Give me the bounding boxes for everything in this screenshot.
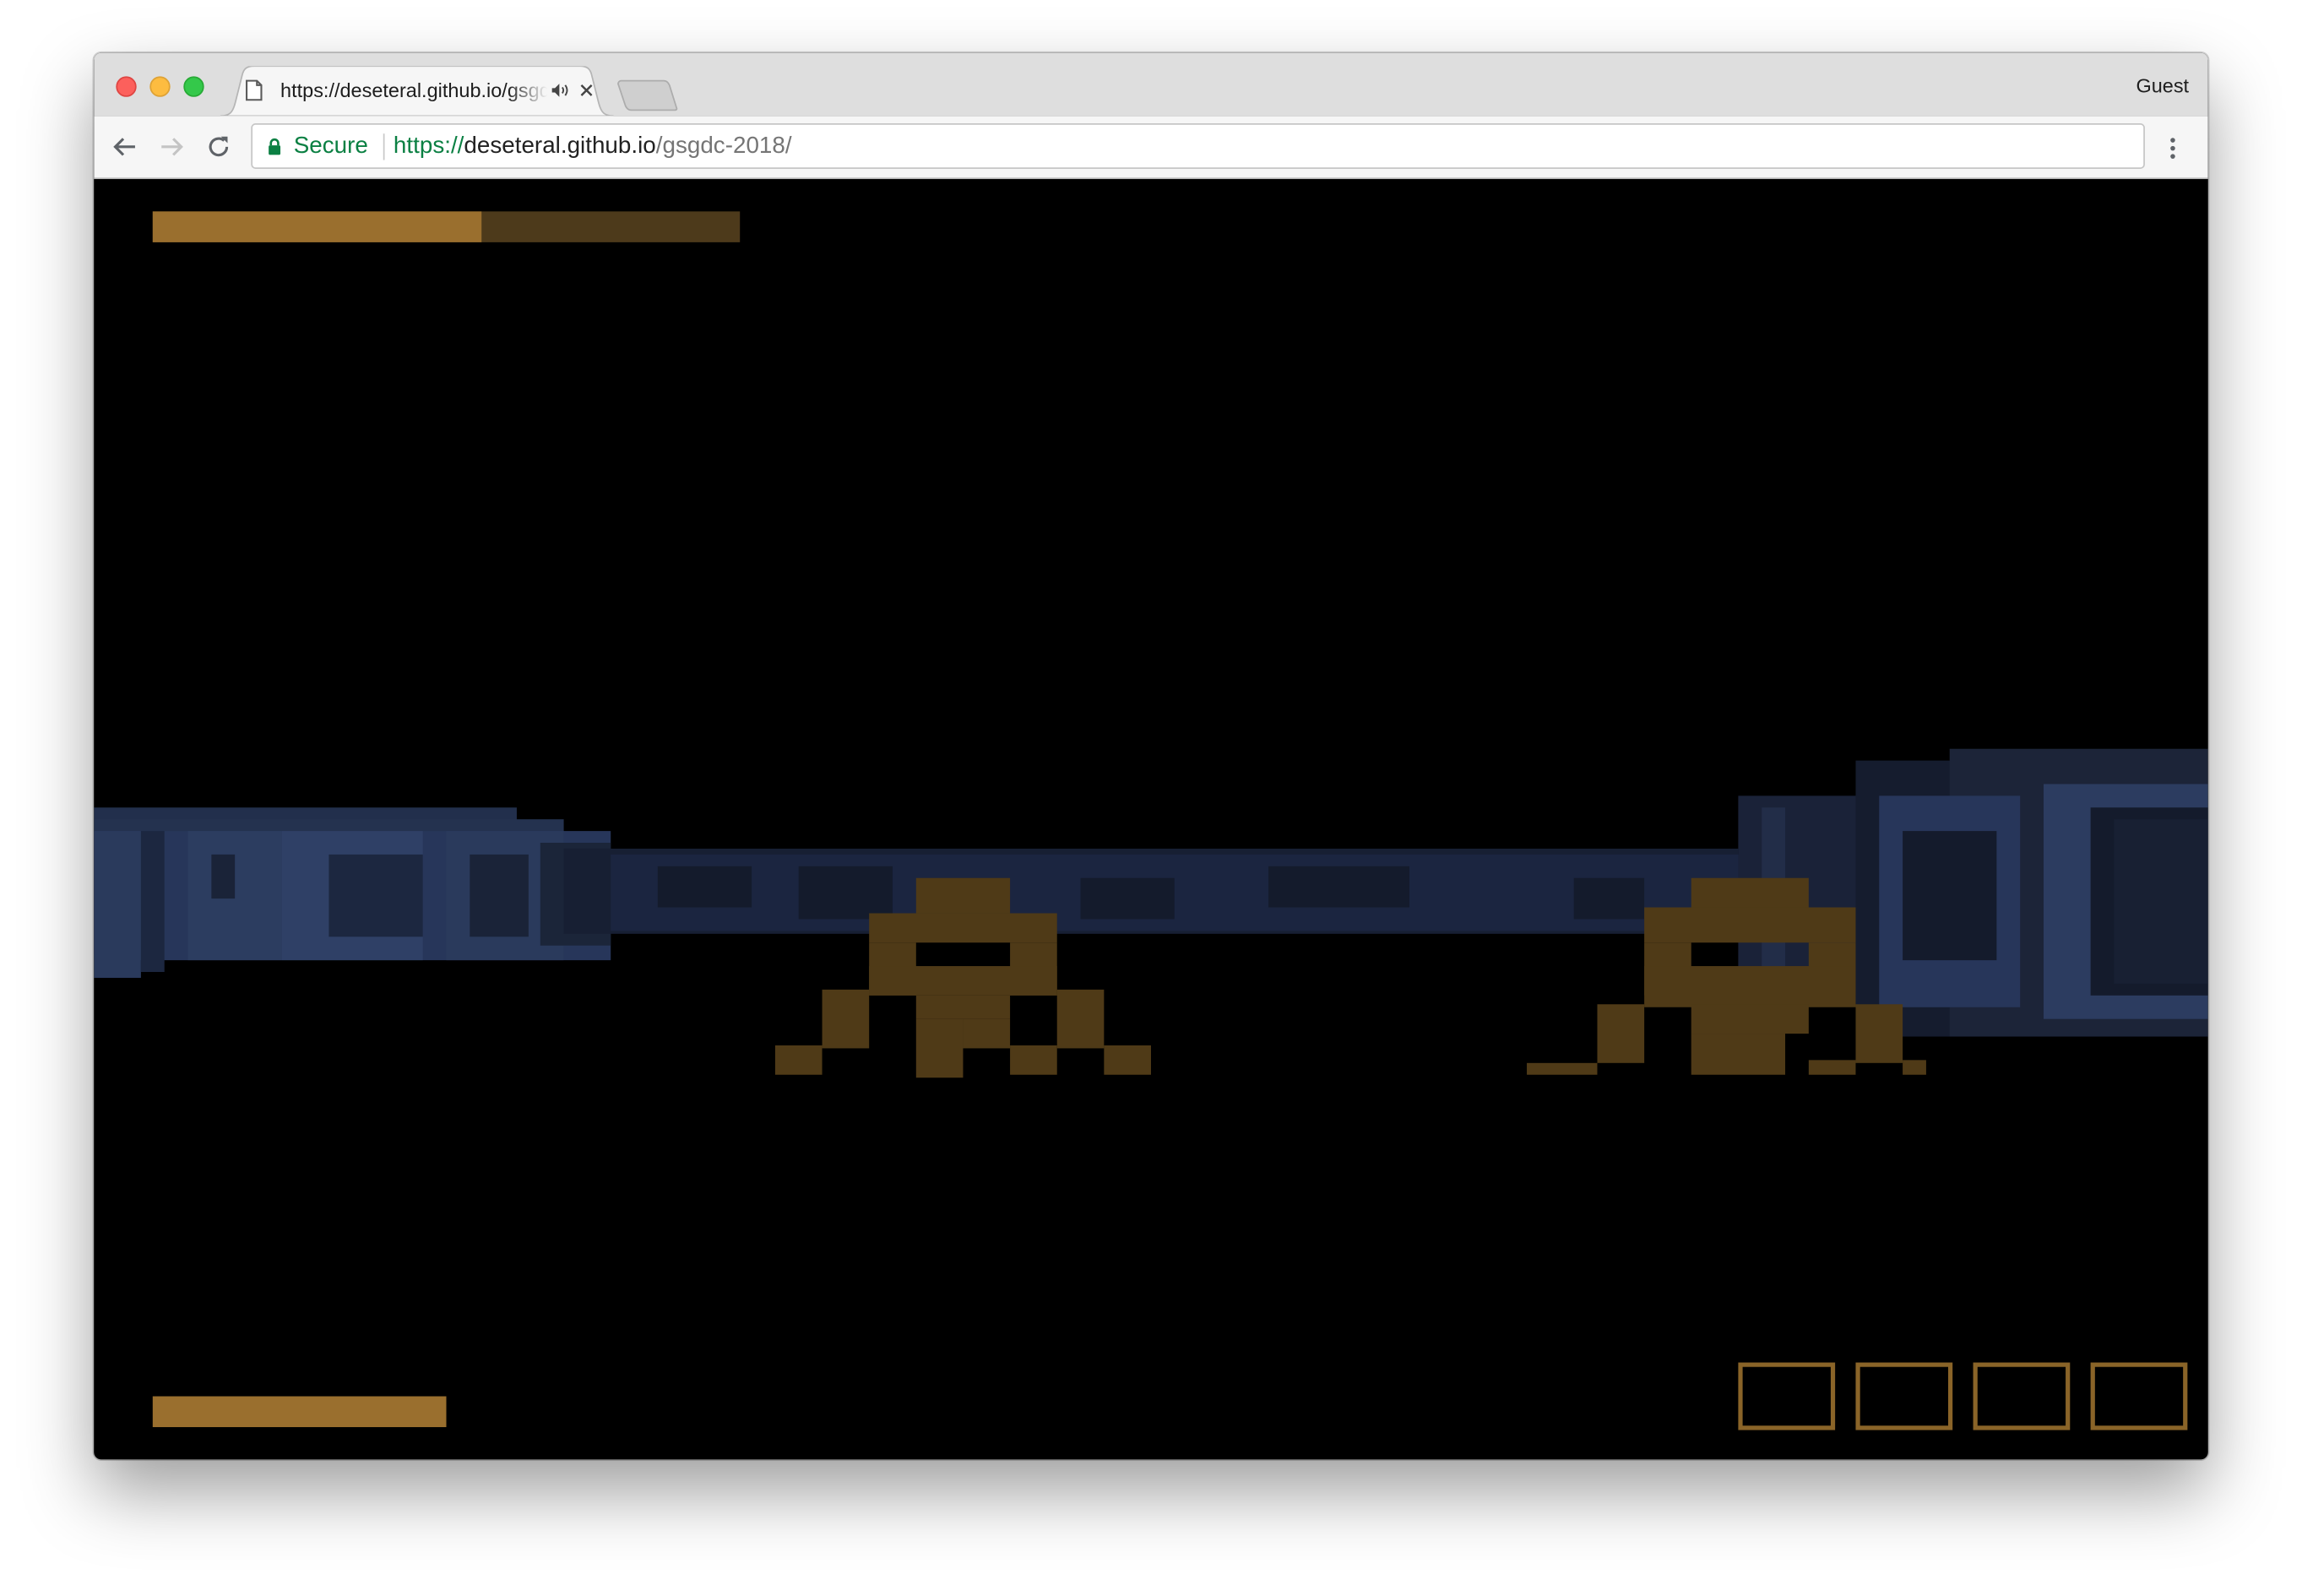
menu-dots-icon[interactable] bbox=[2165, 137, 2180, 160]
minimize-window-button[interactable] bbox=[149, 76, 171, 97]
inventory-slot bbox=[1973, 1362, 2071, 1430]
url-text[interactable]: https://deseteral.github.io/gsgdc-2018/ bbox=[394, 133, 792, 160]
secure-label: Secure bbox=[293, 133, 368, 159]
document-icon bbox=[246, 79, 263, 101]
url-scheme: https:// bbox=[393, 133, 464, 159]
health-bar-fill bbox=[152, 211, 482, 242]
url-host: deseteral.github.io bbox=[464, 133, 656, 159]
back-arrow-icon[interactable] bbox=[111, 133, 138, 160]
url-path: /gsgdc-2018/ bbox=[655, 133, 792, 159]
tab-strip: https://deseteral.github.io/gsgdc-2018/ … bbox=[94, 52, 2208, 117]
reload-icon[interactable] bbox=[205, 133, 231, 160]
lock-icon bbox=[269, 138, 281, 155]
game-scene bbox=[94, 748, 2208, 1078]
energy-bar-fill bbox=[152, 1396, 447, 1428]
active-tab[interactable]: https://deseteral.github.io/gsgdc-2018/ bbox=[220, 66, 614, 117]
inventory-slot bbox=[2090, 1362, 2188, 1430]
browser-toolbar: Secure https://deseteral.github.io/gsgdc… bbox=[94, 116, 2208, 180]
tunnel-wall bbox=[94, 748, 2208, 1037]
new-tab-button[interactable] bbox=[616, 79, 678, 111]
browser-window: https://deseteral.github.io/gsgdc-2018/ … bbox=[94, 52, 2208, 1460]
energy-bar bbox=[152, 1396, 447, 1428]
audio-playing-icon[interactable] bbox=[551, 82, 571, 98]
profile-label[interactable]: Guest bbox=[2136, 75, 2189, 97]
health-bar bbox=[152, 211, 741, 242]
game-canvas[interactable] bbox=[94, 179, 2208, 1460]
tab-title: https://deseteral.github.io/gsgdc-2018/ bbox=[280, 79, 547, 101]
maximize-window-button[interactable] bbox=[183, 76, 204, 97]
address-bar[interactable]: Secure https://deseteral.github.io/gsgdc… bbox=[251, 123, 2145, 169]
omnibox-divider bbox=[383, 133, 385, 160]
inventory-slot bbox=[1855, 1362, 1953, 1430]
inventory-slot bbox=[1738, 1362, 1836, 1430]
close-tab-icon[interactable] bbox=[580, 84, 594, 97]
close-window-button[interactable] bbox=[116, 76, 137, 97]
forward-arrow-icon[interactable] bbox=[159, 133, 185, 160]
